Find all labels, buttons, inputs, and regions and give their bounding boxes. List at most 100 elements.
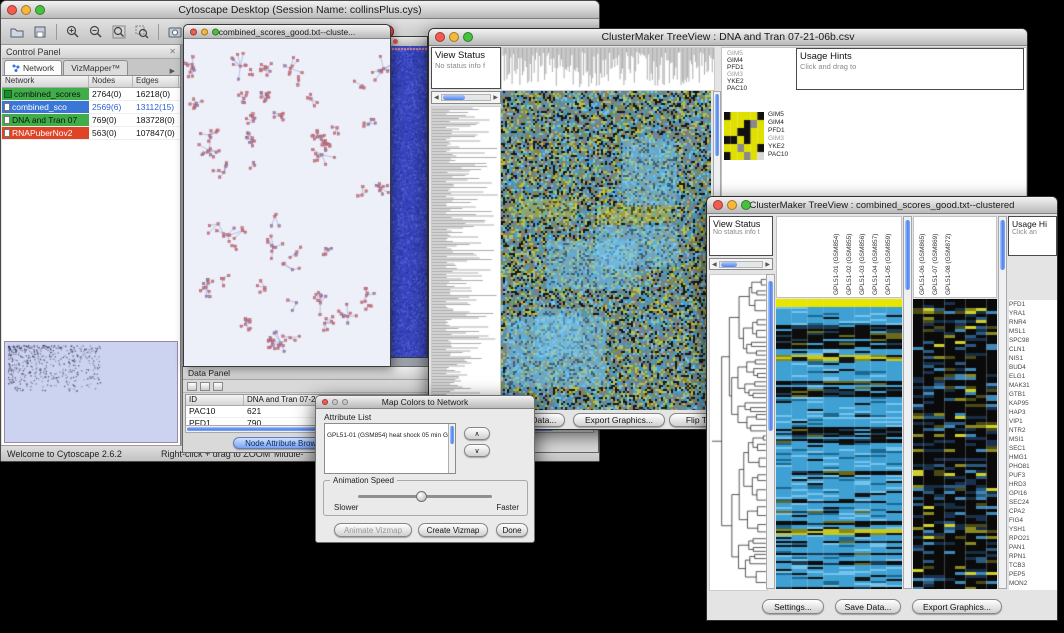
network-graph-canvas[interactable] [184,39,390,366]
scrollbar-thumb[interactable] [1000,220,1005,270]
gene-label[interactable]: FIG4 [1009,516,1057,525]
minimize-button[interactable] [21,5,31,15]
dense-network-titlebar[interactable] [391,37,427,46]
attribute-list-scrollbar[interactable] [448,424,455,473]
col-nodes[interactable]: Nodes [89,76,133,87]
minimize-button[interactable] [201,28,208,35]
tab-overflow-icon[interactable]: ▶ [167,67,178,75]
gene-label[interactable]: RPO21 [1009,534,1057,543]
heatmap-zoom-canvas[interactable] [913,299,997,589]
nav-right-icon[interactable]: ▶ [491,94,500,101]
zoom-vscrollbar[interactable] [998,216,1007,589]
heatmap-zoom-canvas[interactable] [724,112,764,160]
gene-label[interactable]: GTB1 [1009,390,1057,399]
gene-label[interactable]: MSI1 [1009,435,1057,444]
save-data-button[interactable]: Save Data... [835,599,901,614]
gene-label[interactable]: GPI16 [1009,489,1057,498]
select-attributes-icon[interactable] [187,382,197,391]
gene-label[interactable]: HAP3 [1009,408,1057,417]
gene-label[interactable]: HRD3 [1009,480,1057,489]
close-button[interactable] [393,39,398,44]
gene-label[interactable]: VIP1 [1009,417,1057,426]
gene-label[interactable]: PFD1 [1009,300,1057,309]
gene-label[interactable]: YSH1 [1009,525,1057,534]
close-button[interactable] [190,28,197,35]
zoom-in-icon[interactable] [63,22,83,42]
scrollbar-thumb[interactable] [905,220,910,290]
gene-label[interactable]: MAK31 [1009,381,1057,390]
gene-label[interactable]: SEC1 [1009,444,1057,453]
gene-label[interactable]: RNR4 [1009,318,1057,327]
minimize-button[interactable] [727,200,737,210]
scrollbar-thumb[interactable] [768,281,773,431]
gene-label[interactable]: NTR2 [1009,426,1057,435]
create-vizmap-button[interactable]: Create Vizmap [418,523,488,537]
tree-nav-control[interactable]: ◀ ▶ [431,91,501,104]
treeview-dna-titlebar[interactable]: ClusterMaker TreeView : DNA and Tran 07-… [429,29,1027,46]
open-folder-icon[interactable] [7,22,27,42]
done-button[interactable]: Done [496,523,528,537]
gene-label[interactable]: PAN1 [1009,543,1057,552]
zoom-button[interactable] [463,32,473,42]
save-icon[interactable] [30,22,50,42]
table-options-icon[interactable] [200,382,210,391]
tab-network[interactable]: Network [4,60,62,75]
tree-nav-control[interactable]: ◀ ▶ [709,258,773,270]
dense-network-window[interactable] [390,36,428,358]
nav-thumb[interactable] [443,95,465,100]
snapshot-icon[interactable] [165,22,185,42]
nav-right-icon[interactable]: ▶ [763,261,772,268]
attribute-list[interactable]: GPL51-01 (GSM854) heat shock 05 minGPL51… [324,423,456,474]
gene-label[interactable]: HMG1 [1009,453,1057,462]
gene-dendrogram-canvas[interactable] [709,274,768,591]
move-up-button[interactable]: ∧ [464,427,490,440]
close-button[interactable] [713,200,723,210]
gene-label[interactable]: MON2 [1009,579,1057,588]
dendrogram-vscrollbar[interactable] [766,274,775,589]
zoom-button[interactable] [741,200,751,210]
col-edges[interactable]: Edges [133,76,179,87]
attribute-item[interactable]: GPL51-01 (GSM854) heat shock 05 min [325,432,441,439]
export-graphics-button[interactable]: Export Graphics... [573,413,665,427]
network-view-titlebar[interactable]: combined_scores_good.txt--cluste... [184,25,390,39]
gene-label[interactable]: PHO81 [1009,462,1057,471]
scrollbar-thumb[interactable] [715,94,719,156]
gene-label[interactable]: CPA2 [1009,507,1057,516]
heatmap-global-canvas[interactable] [501,91,711,410]
tab-vizmapper[interactable]: VizMapper™ [63,60,128,75]
speed-slider[interactable] [358,495,492,498]
nav-thumb[interactable] [721,262,737,267]
gene-label[interactable]: MSL1 [1009,327,1057,336]
gene-label[interactable]: PUF3 [1009,471,1057,480]
zoom-out-icon[interactable] [86,22,106,42]
zoom-selection-icon[interactable] [132,22,152,42]
dense-network-canvas[interactable] [391,46,427,357]
network-row[interactable]: combined_scores 2764(0) 16218(0) [2,88,180,101]
array-dendrogram-canvas[interactable] [501,47,715,91]
move-down-button[interactable]: ∨ [464,444,490,457]
close-button[interactable] [435,32,445,42]
settings-button[interactable]: Settings... [762,599,824,614]
gene-label[interactable]: PEP5 [1009,570,1057,579]
main-titlebar[interactable]: Cytoscape Desktop (Session Name: collins… [1,1,599,19]
network-row-selected[interactable]: combined_sco 2569(6) 13112(15) [2,101,180,114]
nav-track[interactable] [441,94,492,101]
zoom-button[interactable] [35,5,45,15]
minimize-button[interactable] [449,32,459,42]
close-button[interactable] [7,5,17,15]
network-row[interactable]: RNAPuberNov2 563(0) 107847(0) [2,127,180,140]
col-network[interactable]: Network [2,76,89,87]
gene-label[interactable]: NIS1 [1009,354,1057,363]
birds-eye-view[interactable] [4,341,178,443]
dialog-titlebar[interactable]: Map Colors to Network [316,396,534,409]
gene-label[interactable]: SEC24 [1009,498,1057,507]
attribute-editor-icon[interactable] [213,382,223,391]
gene-label[interactable]: KAP95 [1009,399,1057,408]
gene-label[interactable]: SPC98 [1009,336,1057,345]
gene-label[interactable]: CLN1 [1009,345,1057,354]
treeview-combined-titlebar[interactable]: ClusterMaker TreeView : combined_scores_… [707,197,1057,214]
network-row[interactable]: DNA and Tran 07 769(0) 183728(0) [2,114,180,127]
heatmap-vscrollbar[interactable] [903,216,912,589]
nav-left-icon[interactable]: ◀ [710,261,719,268]
close-panel-icon[interactable]: ✕ [169,47,176,56]
